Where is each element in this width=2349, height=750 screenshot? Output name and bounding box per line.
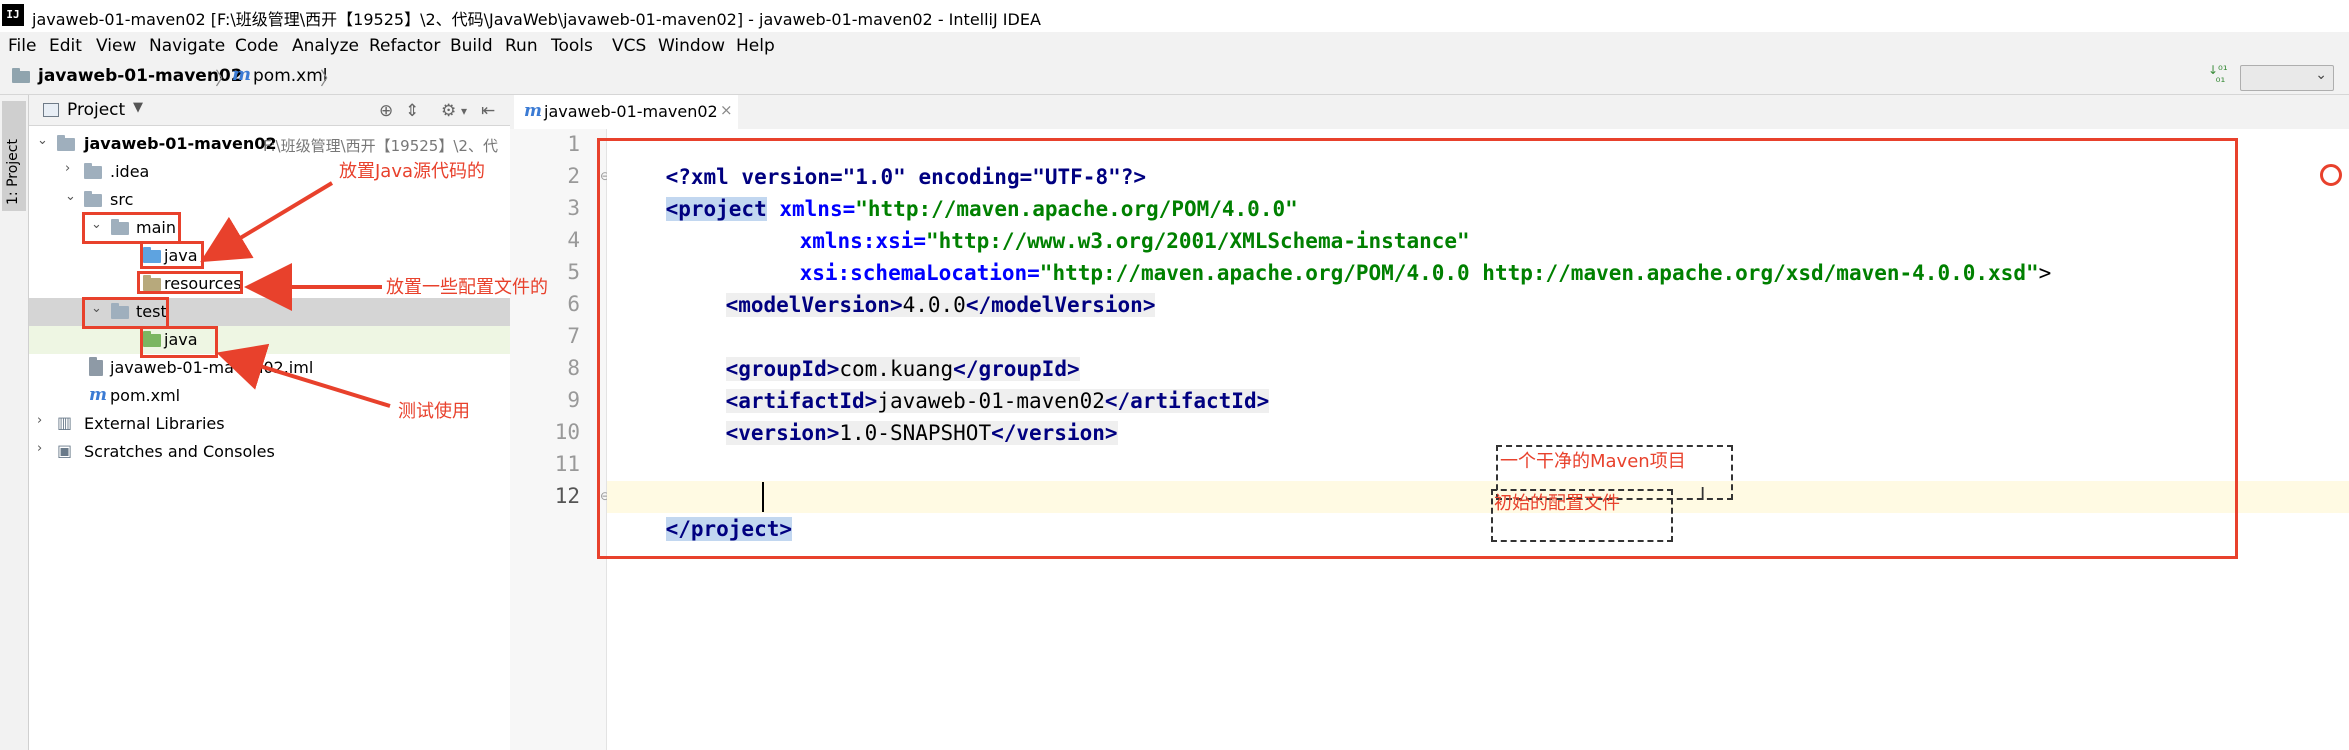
run-config-dropdown[interactable]: ⌄ — [2240, 65, 2334, 91]
maven-file-icon: m — [232, 64, 252, 85]
menu-window[interactable]: Window — [658, 36, 725, 56]
menu-help[interactable]: Help — [736, 36, 775, 56]
line-number: 1 — [567, 132, 580, 156]
gear-icon[interactable]: ⚙ — [441, 101, 456, 121]
line-number: 4 — [567, 228, 580, 252]
browser-preview-icon[interactable] — [2320, 164, 2342, 186]
hide-panel-icon[interactable]: ⇤ — [481, 101, 495, 121]
tree-item-iml[interactable]: javaweb-01-maven02.iml — [29, 354, 510, 382]
collapse-arrow-icon[interactable]: › — [37, 441, 42, 456]
editor-tab-pom[interactable]: m javaweb-01-maven02 × — [514, 95, 738, 132]
collapse-icon[interactable]: ⇕ — [405, 101, 419, 121]
editor-tab-bar: m javaweb-01-maven02 × — [510, 95, 2349, 132]
expand-arrow-icon[interactable]: ⌄ — [65, 189, 76, 204]
intellij-logo-icon: IJ — [2, 4, 24, 26]
title-bar: IJ javaweb-01-maven02 [F:\班级管理\西开【19525】… — [0, 0, 2349, 32]
menu-navigate[interactable]: Navigate — [149, 36, 225, 56]
annotation-config: 放置一些配置文件的 — [386, 277, 548, 298]
gear-dropdown-icon[interactable]: ▾ — [461, 104, 467, 118]
menu-refactor[interactable]: Refactor — [369, 36, 440, 56]
menu-tools[interactable]: Tools — [551, 36, 593, 56]
chevron-down-icon: ⌄ — [2315, 67, 2327, 83]
text-cursor-icon: I — [1700, 484, 1706, 505]
line-number: 11 — [554, 452, 580, 476]
collapse-arrow-icon[interactable]: › — [37, 413, 42, 428]
breadcrumb-separator-icon: 〉 — [215, 69, 233, 90]
tree-item-test-java[interactable]: java — [29, 326, 510, 354]
annotation-box-test — [82, 297, 169, 329]
menu-edit[interactable]: Edit — [49, 36, 82, 56]
line-number: 7 — [567, 324, 580, 348]
maven-file-icon: m — [524, 101, 542, 121]
project-view-icon — [43, 103, 59, 117]
menu-vcs[interactable]: VCS — [612, 36, 646, 56]
menu-code[interactable]: Code — [235, 36, 279, 56]
dropdown-arrow-icon[interactable]: ▼ — [133, 100, 143, 115]
menu-analyze[interactable]: Analyze — [292, 36, 359, 56]
project-tool-tab[interactable]: 1: Project — [2, 101, 26, 211]
maven-file-icon: m — [89, 385, 107, 405]
window-title: javaweb-01-maven02 [F:\班级管理\西开【19525】\2、… — [32, 10, 1041, 29]
line-number: 12 — [554, 484, 580, 508]
menu-bar: File Edit View Navigate Code Analyze Ref… — [0, 32, 2349, 60]
navigation-bar: javaweb-01-maven02 〉 m pom.xml 〉 ↓⁰¹ ⁰¹ … — [0, 60, 2349, 95]
sort-icon[interactable]: ↓⁰¹ ⁰¹ — [2208, 64, 2234, 90]
breadcrumb-separator-icon: 〉 — [320, 69, 338, 90]
project-panel-header: Project ▼ ⊕ ⇕ ⚙ ▾ ⇤ — [29, 95, 510, 126]
annotation-box-test-java — [140, 326, 218, 358]
menu-view[interactable]: View — [96, 36, 136, 56]
tree-item-scratches[interactable]: › ▣ Scratches and Consoles — [29, 438, 510, 466]
collapse-arrow-icon[interactable]: › — [65, 161, 70, 176]
tree-item-src[interactable]: ⌄ src — [29, 186, 510, 214]
annotation-box-main — [82, 212, 181, 244]
annotation-box-main-java — [140, 241, 204, 269]
expand-arrow-icon[interactable]: ⌄ — [37, 133, 48, 148]
breadcrumb-project[interactable]: javaweb-01-maven02 — [38, 66, 243, 86]
iml-file-icon — [89, 357, 103, 376]
annotation-test: 测试使用 — [398, 401, 470, 422]
folder-icon — [84, 163, 102, 179]
editor-gutter: 1 2 3 4 5 6 7 8 9 10 11 12 ⊖ ⊖ — [510, 129, 610, 750]
line-number: 10 — [554, 420, 580, 444]
tree-item-main-java[interactable]: java — [29, 242, 510, 270]
tree-item-root[interactable]: ⌄ javaweb-01-maven02 F:\班级管理\西开【19525】\2… — [29, 130, 510, 158]
line-number: 3 — [567, 196, 580, 220]
library-icon: ▥ — [57, 413, 73, 432]
annotation-java-source: 放置Java源代码的 — [339, 161, 486, 182]
folder-icon — [84, 191, 102, 207]
line-number: 9 — [567, 388, 580, 412]
project-view-selector[interactable]: Project — [67, 100, 125, 120]
menu-run[interactable]: Run — [505, 36, 538, 56]
annotation-box-pom — [597, 138, 2238, 559]
menu-file[interactable]: File — [8, 36, 36, 56]
locate-icon[interactable]: ⊕ — [379, 101, 393, 121]
scratches-icon: ▣ — [57, 441, 73, 460]
line-number: 2 — [567, 164, 580, 188]
annotation-clean-project: 一个干净的Maven项目 — [1500, 451, 1686, 472]
annotation-box-resources — [137, 271, 243, 294]
breadcrumb-file[interactable]: pom.xml — [253, 66, 328, 86]
module-folder-icon — [57, 135, 75, 151]
project-folder-icon — [12, 68, 30, 83]
close-icon[interactable]: × — [720, 101, 733, 119]
menu-build[interactable]: Build — [450, 36, 493, 56]
annotation-init-config: 初始的配置文件 — [1494, 493, 1620, 514]
left-tool-strip: 1: Project — [0, 95, 29, 750]
line-number: 8 — [567, 356, 580, 380]
